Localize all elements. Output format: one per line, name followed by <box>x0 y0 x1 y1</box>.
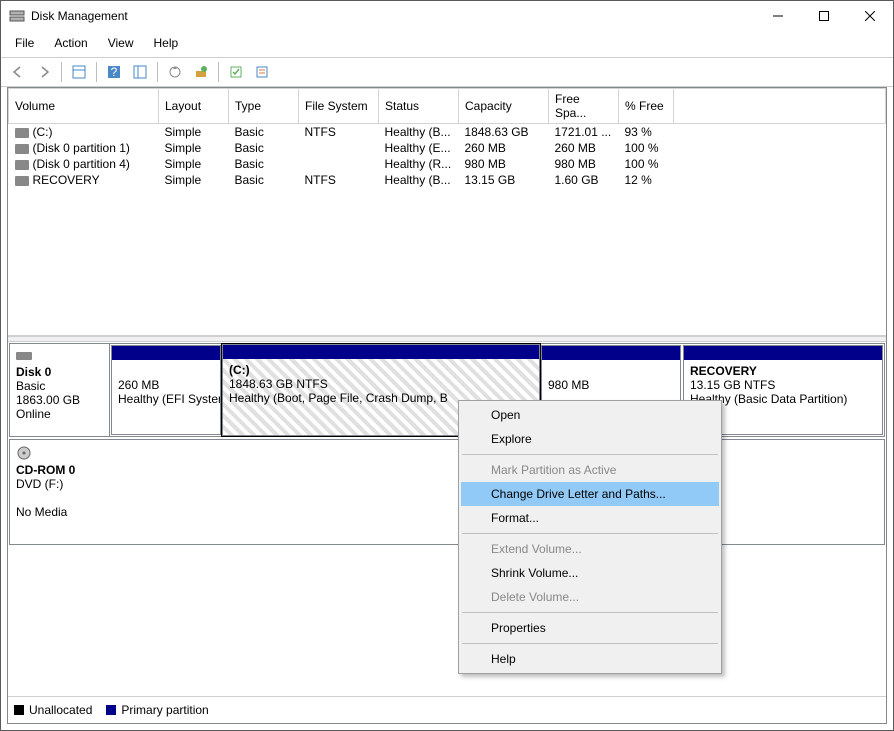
toolbar-divider <box>218 62 219 82</box>
cdrom-label: CD-ROM 0 DVD (F:) No Media <box>10 440 110 544</box>
legend-primary: Primary partition <box>121 703 208 717</box>
disk-0-label: Disk 0 Basic 1863.00 GB Online <box>10 344 110 436</box>
toolbar-divider <box>157 62 158 82</box>
cdrom-row[interactable]: CD-ROM 0 DVD (F:) No Media <box>9 439 885 545</box>
menubar: File Action View Help <box>1 31 893 57</box>
col-pctfree[interactable]: % Free <box>619 89 674 124</box>
refresh-icon[interactable] <box>164 61 186 83</box>
table-row[interactable]: (C:)SimpleBasicNTFSHealthy (B...1848.63 … <box>9 124 886 141</box>
legend-swatch-primary <box>106 705 116 715</box>
cdrom-state: No Media <box>16 505 67 519</box>
ctx-divider <box>462 454 718 455</box>
table-row[interactable]: (Disk 0 partition 4)SimpleBasicHealthy (… <box>9 156 886 172</box>
volume-icon <box>15 160 29 170</box>
ctx-explore[interactable]: Explore <box>461 427 719 451</box>
ctx-shrink-volume[interactable]: Shrink Volume... <box>461 561 719 585</box>
partition-header <box>223 345 539 359</box>
menu-file[interactable]: File <box>7 33 42 53</box>
toolbar-divider <box>96 62 97 82</box>
col-fs[interactable]: File System <box>299 89 379 124</box>
ctx-format[interactable]: Format... <box>461 506 719 530</box>
legend-unallocated: Unallocated <box>29 703 92 717</box>
ctx-properties[interactable]: Properties <box>461 616 719 640</box>
menu-view[interactable]: View <box>100 33 142 53</box>
partition-name: RECOVERY <box>690 364 757 378</box>
ctx-divider <box>462 533 718 534</box>
window-title: Disk Management <box>31 9 755 23</box>
col-volume[interactable]: Volume <box>9 89 159 124</box>
partition-header <box>112 346 220 360</box>
partition-1[interactable]: 260 MB Healthy (EFI System <box>111 345 221 435</box>
legend: Unallocated Primary partition <box>8 696 886 723</box>
titlebar[interactable]: Disk Management <box>1 1 893 31</box>
app-icon <box>9 8 25 24</box>
partition-status: Healthy (EFI System <box>118 392 220 406</box>
partition-status: Healthy (Boot, Page File, Crash Dump, B <box>229 391 448 405</box>
forward-button[interactable] <box>33 61 55 83</box>
toolbar-icon-4[interactable] <box>225 61 247 83</box>
partition-size: 1848.63 GB NTFS <box>229 377 328 391</box>
ctx-change-drive-letter[interactable]: Change Drive Letter and Paths... <box>461 482 719 506</box>
properties-icon[interactable] <box>251 61 273 83</box>
ctx-help[interactable]: Help <box>461 647 719 671</box>
volume-icon <box>15 144 29 154</box>
col-capacity[interactable]: Capacity <box>459 89 549 124</box>
svg-text:?: ? <box>111 65 118 79</box>
partition-size: 980 MB <box>548 378 589 392</box>
col-type[interactable]: Type <box>229 89 299 124</box>
ctx-divider <box>462 612 718 613</box>
table-row[interactable]: (Disk 0 partition 1)SimpleBasicHealthy (… <box>9 140 886 156</box>
toolbar: ? <box>1 57 893 87</box>
partition-size: 13.15 GB NTFS <box>690 378 775 392</box>
disk-0-type: Basic <box>16 379 45 393</box>
toolbar-icon-1[interactable] <box>68 61 90 83</box>
ctx-open[interactable]: Open <box>461 403 719 427</box>
disk-0-title: Disk 0 <box>16 365 51 379</box>
menu-help[interactable]: Help <box>146 33 187 53</box>
content-area: Volume Layout Type File System Status Ca… <box>7 87 887 724</box>
close-button[interactable] <box>847 1 893 31</box>
maximize-button[interactable] <box>801 1 847 31</box>
toolbar-icon-3[interactable] <box>190 61 212 83</box>
ctx-delete-volume: Delete Volume... <box>461 585 719 609</box>
disk-0-row[interactable]: Disk 0 Basic 1863.00 GB Online 260 MB He… <box>9 343 885 437</box>
volume-icon <box>15 128 29 138</box>
graphical-view: Disk 0 Basic 1863.00 GB Online 260 MB He… <box>8 342 886 723</box>
col-status[interactable]: Status <box>379 89 459 124</box>
cdrom-icon <box>16 446 32 460</box>
disk-0-state: Online <box>16 407 51 421</box>
legend-swatch-unallocated <box>14 705 24 715</box>
partition-name: (C:) <box>229 363 250 377</box>
volume-list-pane: Volume Layout Type File System Status Ca… <box>8 88 886 336</box>
back-button[interactable] <box>7 61 29 83</box>
disk-icon <box>16 350 32 362</box>
partition-header <box>684 346 882 360</box>
volume-icon <box>15 176 29 186</box>
context-menu: Open Explore Mark Partition as Active Ch… <box>458 400 722 674</box>
help-icon[interactable]: ? <box>103 61 125 83</box>
table-row[interactable]: RECOVERYSimpleBasicNTFSHealthy (B...13.1… <box>9 172 886 188</box>
partition-header <box>542 346 680 360</box>
ctx-mark-active: Mark Partition as Active <box>461 458 719 482</box>
ctx-extend-volume: Extend Volume... <box>461 537 719 561</box>
ctx-divider <box>462 643 718 644</box>
col-layout[interactable]: Layout <box>159 89 229 124</box>
menu-action[interactable]: Action <box>46 33 95 53</box>
partition-size: 260 MB <box>118 378 159 392</box>
cdrom-title: CD-ROM 0 <box>16 463 75 477</box>
col-free[interactable]: Free Spa... <box>549 89 619 124</box>
cdrom-type: DVD (F:) <box>16 477 63 491</box>
col-blank[interactable] <box>674 89 886 124</box>
minimize-button[interactable] <box>755 1 801 31</box>
toolbar-divider <box>61 62 62 82</box>
toolbar-icon-2[interactable] <box>129 61 151 83</box>
disk-0-size: 1863.00 GB <box>16 393 80 407</box>
volume-table[interactable]: Volume Layout Type File System Status Ca… <box>8 88 886 188</box>
